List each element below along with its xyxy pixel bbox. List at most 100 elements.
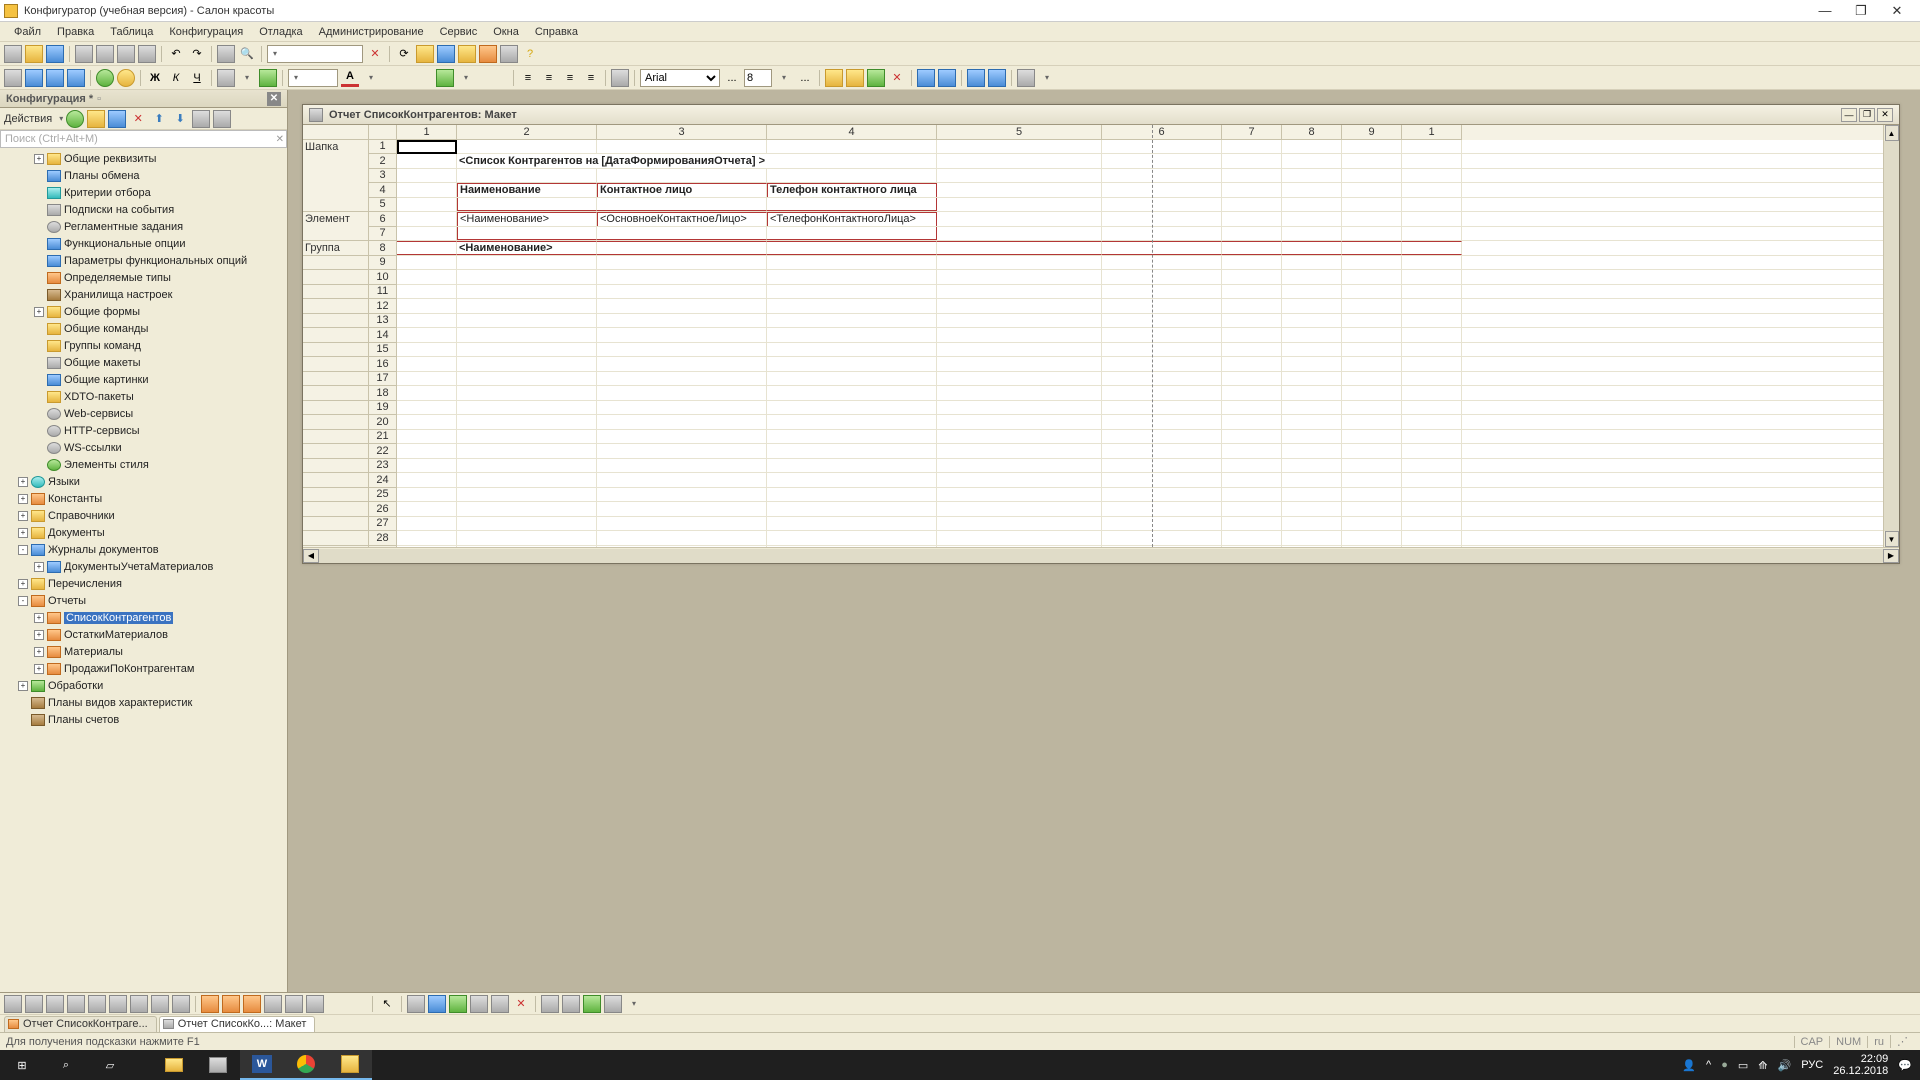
search-clear-icon[interactable]: ✕ — [366, 45, 384, 63]
row-group-cell[interactable] — [303, 314, 368, 329]
bt10-icon[interactable] — [201, 995, 219, 1013]
sheet-cell[interactable] — [457, 270, 597, 284]
doc-minimize-button[interactable]: — — [1841, 108, 1857, 122]
bt17-icon[interactable] — [428, 995, 446, 1013]
sheet-cell[interactable] — [1222, 256, 1282, 270]
sheet-cell[interactable] — [597, 169, 767, 183]
tray-notifications-icon[interactable]: 💬 — [1898, 1059, 1912, 1072]
search-combo[interactable]: ▾ — [267, 45, 363, 63]
sheet-cell[interactable] — [1222, 401, 1282, 415]
bold-icon[interactable]: Ж — [146, 69, 164, 87]
sheet-cell[interactable] — [457, 343, 597, 357]
row-number-cell[interactable]: 14 — [369, 328, 396, 343]
highlight-icon[interactable] — [436, 69, 454, 87]
tree-item[interactable]: +Справочники — [0, 507, 287, 524]
tbl-del-icon[interactable]: ✕ — [888, 69, 906, 87]
sheet-cell[interactable] — [1402, 531, 1462, 545]
sheet-cell[interactable] — [597, 328, 767, 342]
bt-cursor-icon[interactable]: ↖ — [378, 995, 396, 1013]
tree-item[interactable]: +XDTO-пакеты — [0, 388, 287, 405]
sheet-cell[interactable]: <Наименование> — [457, 212, 597, 226]
sheet-cell[interactable] — [937, 241, 1102, 255]
sheet-cell[interactable] — [597, 256, 767, 270]
sheet-cell[interactable] — [1282, 401, 1342, 415]
tab-report-form[interactable]: Отчет СписокКонтраге... — [4, 1016, 157, 1032]
sheet-cell[interactable] — [457, 401, 597, 415]
sheet-cell[interactable] — [1282, 140, 1342, 154]
sheet-cell[interactable] — [1222, 169, 1282, 183]
sheet-cell[interactable] — [457, 415, 597, 429]
expand-icon[interactable]: + — [34, 307, 44, 317]
sheet-cell[interactable] — [597, 227, 767, 241]
row-group-cell[interactable] — [303, 401, 368, 416]
explorer-icon[interactable] — [152, 1050, 196, 1080]
sheet-cell[interactable] — [457, 314, 597, 328]
actions-label[interactable]: Действия — [4, 113, 52, 125]
sheet-cell[interactable] — [1102, 502, 1222, 516]
sheet-cell[interactable] — [937, 270, 1102, 284]
sheet-cell[interactable] — [1402, 372, 1462, 386]
sheet-cell[interactable] — [1402, 154, 1462, 168]
sheet-cell[interactable] — [397, 531, 457, 545]
sheet-cell[interactable] — [1342, 169, 1402, 183]
tree-item[interactable]: +Определяемые типы — [0, 269, 287, 286]
sheet-cell[interactable] — [937, 401, 1102, 415]
sheet-cell[interactable] — [397, 241, 457, 255]
sheet-cell[interactable] — [1102, 212, 1222, 226]
sheet-cell[interactable] — [457, 140, 597, 154]
row-number-cell[interactable]: 3 — [369, 169, 396, 184]
row-group-cell[interactable] — [303, 154, 368, 169]
row-group-cell[interactable] — [303, 169, 368, 184]
sheet-cell[interactable] — [937, 343, 1102, 357]
sheet-cell[interactable] — [1102, 546, 1222, 548]
sheet-cell[interactable]: <Наименование> — [457, 241, 597, 255]
sheet-cell[interactable] — [937, 256, 1102, 270]
row-number-cell[interactable]: 10 — [369, 270, 396, 285]
fontcolor-dd[interactable]: ▾ — [362, 69, 380, 87]
sheet-cell[interactable] — [1222, 285, 1282, 299]
sheet-cell[interactable] — [457, 444, 597, 458]
sheet-cell[interactable] — [767, 430, 937, 444]
sheet-cell[interactable] — [1282, 183, 1342, 197]
tray-volume-icon[interactable]: 🔊 — [1778, 1059, 1792, 1072]
row-group-cell[interactable] — [303, 517, 368, 532]
tb2-b-icon[interactable] — [25, 69, 43, 87]
tree-item[interactable]: -Отчеты — [0, 592, 287, 609]
sheet-cell[interactable] — [597, 241, 767, 255]
tree-item[interactable]: +WS-ссылки — [0, 439, 287, 456]
sheet-cell[interactable] — [1102, 328, 1222, 342]
scroll-right-icon[interactable]: ▶ — [1883, 549, 1899, 563]
tbl-d-icon[interactable] — [938, 69, 956, 87]
sheet-cell[interactable] — [1222, 198, 1282, 212]
expand-icon[interactable]: + — [34, 613, 44, 623]
sheet-cell[interactable] — [397, 502, 457, 516]
sheet-cell[interactable] — [1222, 212, 1282, 226]
bt7-icon[interactable] — [130, 995, 148, 1013]
sheet-cell[interactable] — [1342, 140, 1402, 154]
sheet-cell[interactable] — [397, 198, 457, 212]
sheet-cell[interactable] — [937, 314, 1102, 328]
sheet-cell[interactable] — [1402, 386, 1462, 400]
minimize-button[interactable]: — — [1816, 2, 1834, 20]
font-select[interactable]: Arial — [640, 69, 720, 87]
sheet-cell[interactable] — [457, 430, 597, 444]
sheet-cell[interactable]: Телефон контактного лица — [767, 183, 937, 197]
help-icon[interactable]: ? — [521, 45, 539, 63]
sheet-cell[interactable] — [457, 198, 597, 212]
sheet-cell[interactable] — [597, 517, 767, 531]
sheet-cell[interactable] — [767, 314, 937, 328]
sheet-cell[interactable] — [937, 299, 1102, 313]
sheet-cell[interactable] — [1282, 546, 1342, 548]
row-group-cell[interactable] — [303, 444, 368, 459]
underline-icon[interactable]: Ч — [188, 69, 206, 87]
sheet-cell[interactable] — [1222, 328, 1282, 342]
sheet-cell[interactable] — [1282, 314, 1342, 328]
sheet-cell[interactable] — [397, 256, 457, 270]
paste-icon[interactable] — [117, 45, 135, 63]
sheet-cell[interactable] — [1402, 430, 1462, 444]
tbl-g-dd[interactable]: ▾ — [1038, 69, 1056, 87]
row-number-cell[interactable]: 27 — [369, 517, 396, 532]
sheet-cell[interactable] — [1222, 154, 1282, 168]
bt8-icon[interactable] — [151, 995, 169, 1013]
tree-item[interactable]: +Группы команд — [0, 337, 287, 354]
